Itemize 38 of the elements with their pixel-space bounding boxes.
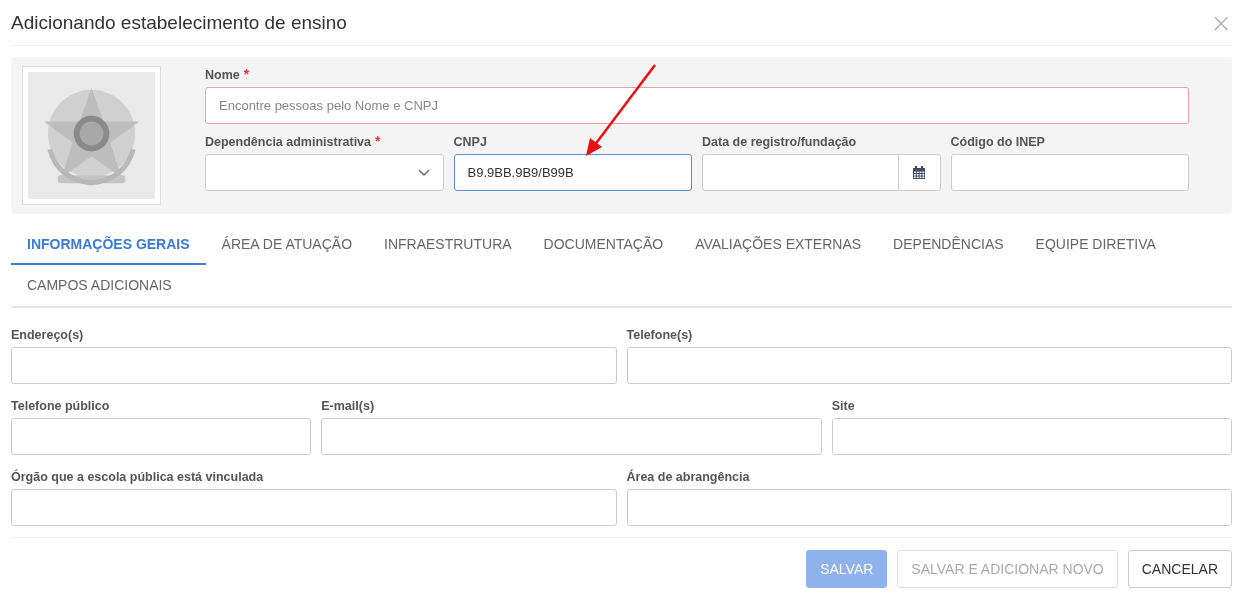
input-field[interactable] xyxy=(321,418,822,455)
required-asterisk: * xyxy=(375,133,381,149)
field-label: Área de abrangência xyxy=(626,470,751,484)
input-field[interactable]: B9.9BB.9B9/B99B xyxy=(453,154,692,191)
input-field[interactable] xyxy=(626,489,1232,526)
field-label: Telefone(s) xyxy=(626,328,694,342)
tab[interactable]: DOCUMENTAÇÃO xyxy=(527,224,680,265)
tab[interactable]: ÁREA DE ATUAÇÃO xyxy=(205,224,369,265)
field-label: Dependência administrativa xyxy=(205,135,372,149)
calendar-icon[interactable] xyxy=(912,165,926,180)
input-field[interactable] xyxy=(831,418,1232,455)
input-field[interactable] xyxy=(626,347,1232,384)
tab[interactable]: DEPENDÊNCIAS xyxy=(877,224,1020,265)
chevron-down-icon xyxy=(417,168,430,177)
input-field[interactable] xyxy=(11,418,312,455)
tab[interactable]: INFRAESTRUTURA xyxy=(368,224,528,265)
required-asterisk: * xyxy=(243,66,250,82)
field-label: Site xyxy=(831,399,856,413)
input-field[interactable] xyxy=(950,154,1189,191)
dropdown-field[interactable] xyxy=(205,154,444,191)
input-field[interactable] xyxy=(11,489,617,526)
tab[interactable]: AVALIAÇÕES EXTERNAS xyxy=(679,224,878,265)
tab[interactable]: CAMPOS ADICIONAIS xyxy=(11,265,188,306)
field-label: Código do INEP xyxy=(950,135,1045,149)
action-button[interactable]: CANCELAR xyxy=(1127,550,1232,588)
input-field[interactable]: Encontre pessoas pelo Nome e CNPJ xyxy=(205,87,1189,124)
tab[interactable]: EQUIPE DIRETIVA xyxy=(1019,224,1172,265)
field-label: Órgão que a escola pública está vinculada xyxy=(11,470,265,484)
field-label: Data de registro/fundação xyxy=(702,135,857,149)
field-label: E-mail(s) xyxy=(321,399,376,413)
date-field[interactable] xyxy=(702,154,941,191)
dialog-title: Adicionando estabelecimento de ensino xyxy=(11,11,347,34)
input-field[interactable] xyxy=(11,347,617,384)
field-label: Nome xyxy=(205,68,240,82)
field-label: Endereço(s) xyxy=(11,328,85,342)
field-label: Telefone público xyxy=(11,399,111,413)
field-label: CNPJ xyxy=(453,135,487,149)
tab[interactable]: INFORMAÇÕES GERAIS xyxy=(11,224,206,265)
